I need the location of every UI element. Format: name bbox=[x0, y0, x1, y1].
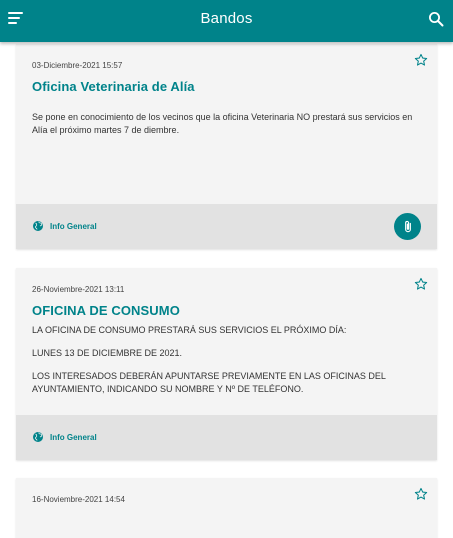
card-footer: Info General bbox=[16, 415, 437, 460]
search-icon[interactable] bbox=[428, 11, 444, 27]
globe-icon bbox=[33, 221, 43, 231]
favorite-star-icon[interactable] bbox=[414, 487, 428, 501]
card-body: LA OFICINA DE CONSUMO PRESTARÁ SUS SERVI… bbox=[32, 324, 427, 396]
paperclip-icon bbox=[404, 220, 411, 232]
card-title: OFICINA DE CONSUMO bbox=[32, 303, 180, 318]
favorite-star-icon[interactable] bbox=[414, 277, 428, 291]
bando-card[interactable]: 16-Noviembre-2021 14:54 bbox=[16, 478, 437, 538]
card-footer: Info General bbox=[16, 204, 437, 249]
page-title: Bandos bbox=[200, 10, 253, 27]
card-title: Oficina Veterinaria de Alía bbox=[32, 79, 195, 94]
card-body-paragraph: Se pone en conocimiento de los vecinos q… bbox=[32, 112, 413, 135]
card-date: 26-Noviembre-2021 13:11 bbox=[32, 285, 125, 294]
globe-icon bbox=[33, 432, 43, 442]
card-body-paragraph: LUNES 13 DE DICIEMBRE DE 2021. bbox=[32, 348, 183, 358]
bando-card[interactable]: 03-Diciembre-2021 15:57 Oficina Veterina… bbox=[16, 44, 437, 249]
card-body-paragraph: LA OFICINA DE CONSUMO PRESTARÁ SUS SERVI… bbox=[32, 325, 347, 335]
category-label: Info General bbox=[50, 221, 97, 231]
attachment-button[interactable] bbox=[394, 213, 421, 240]
card-body: Se pone en conocimiento de los vecinos q… bbox=[32, 111, 427, 137]
card-date: 16-Noviembre-2021 14:54 bbox=[32, 495, 125, 504]
category-tag[interactable]: Info General bbox=[32, 431, 97, 443]
favorite-star-icon[interactable] bbox=[414, 53, 428, 67]
card-date: 03-Diciembre-2021 15:57 bbox=[32, 61, 123, 70]
category-tag[interactable]: Info General bbox=[32, 220, 97, 232]
category-label: Info General bbox=[50, 432, 97, 442]
bando-card[interactable]: 26-Noviembre-2021 13:11 OFICINA DE CONSU… bbox=[16, 268, 437, 460]
card-body-paragraph: LOS INTERESADOS DEBERÁN APUNTARSE PREVIA… bbox=[32, 371, 386, 394]
app-bar: Bandos bbox=[0, 0, 453, 42]
